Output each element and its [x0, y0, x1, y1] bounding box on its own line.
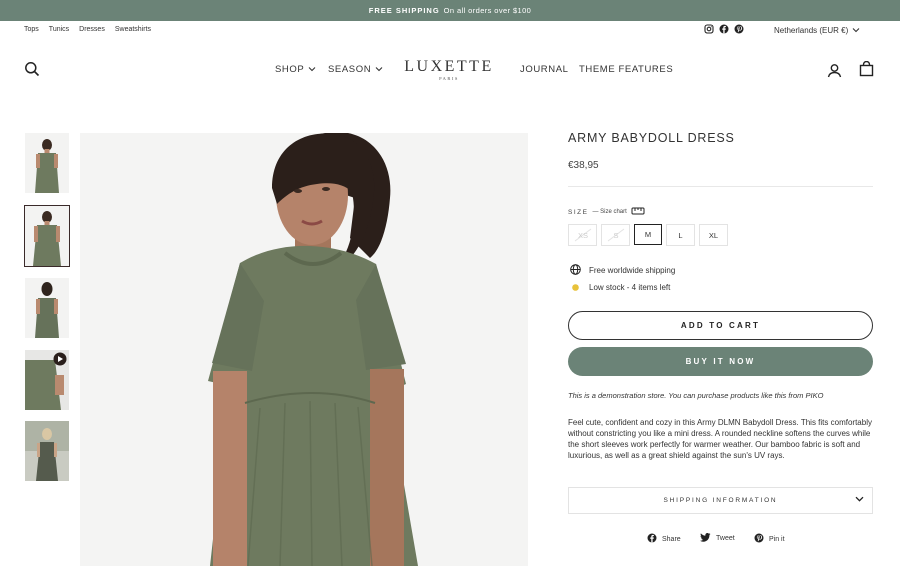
social-links	[704, 24, 744, 34]
product-thumbnail-1[interactable]	[25, 133, 69, 193]
size-option-xs-strike: XS	[574, 228, 591, 242]
size-option-s-label: S	[613, 231, 618, 240]
nav-shop[interactable]: SHOP	[275, 64, 316, 75]
share-pinterest-label: Pin it	[769, 535, 785, 543]
facebook-icon[interactable]	[719, 24, 729, 34]
buy-now-button[interactable]: BUY IT NOW	[568, 347, 873, 376]
product-title: ARMY BABYDOLL DRESS	[568, 131, 735, 145]
cart-icon[interactable]	[857, 60, 875, 78]
stock-note-row: Low stock - 4 items left	[570, 282, 670, 293]
share-facebook[interactable]: Share	[647, 533, 681, 545]
size-option-l[interactable]: L	[666, 224, 695, 246]
chevron-down-icon	[852, 26, 860, 35]
share-pinterest[interactable]: Pin it	[754, 533, 785, 545]
shipping-note: Free worldwide shipping	[589, 266, 676, 275]
shipping-note-row: Free worldwide shipping	[570, 264, 675, 277]
stock-note: Low stock - 4 items left	[589, 283, 671, 292]
chevron-down-icon	[308, 64, 316, 75]
product-thumbnail-video[interactable]	[25, 350, 69, 410]
product-description: Feel cute, confident and cozy in this Ar…	[568, 418, 872, 460]
size-option-s-strike: S	[607, 228, 624, 242]
size-option-xl[interactable]: XL	[699, 224, 728, 246]
product-price: €38,95	[568, 160, 599, 171]
locale-selector[interactable]: Netherlands (EUR €)	[774, 26, 860, 35]
product-thumbnail-2[interactable]	[24, 205, 70, 267]
utility-link-tunics[interactable]: Tunics	[49, 26, 69, 33]
demo-note: This is a demonstration store. You can p…	[568, 391, 824, 400]
site-header: SHOP SEASON LUXETTE PARIS JOURNAL THEME …	[0, 52, 900, 88]
size-chart-link[interactable]: — Size chart	[592, 209, 626, 215]
locale-label: Netherlands (EUR €)	[774, 26, 849, 35]
utility-bar: Tops Tunics Dresses Sweatshirts Netherla…	[0, 21, 900, 39]
chevron-down-icon	[855, 496, 864, 504]
shipping-info-label: SHIPPING INFORMATION	[663, 497, 778, 504]
nav-journal-label: JOURNAL	[520, 64, 569, 75]
announcement-bold: FREE SHIPPING	[368, 6, 440, 15]
divider	[568, 186, 873, 187]
size-option-xs[interactable]: XS	[568, 224, 597, 246]
pinterest-icon[interactable]	[734, 24, 744, 34]
share-twitter[interactable]: Tweet	[700, 533, 735, 544]
nav-theme-features[interactable]: THEME FEATURES	[579, 64, 673, 75]
account-icon[interactable]	[825, 61, 843, 79]
product-thumbnail-5[interactable]	[25, 421, 69, 481]
pinterest-icon	[754, 533, 764, 545]
share-facebook-label: Share	[662, 535, 681, 543]
nav-season-label: SEASON	[328, 64, 372, 75]
logo-subtitle: PARIS	[439, 76, 459, 81]
nav-journal[interactable]: JOURNAL	[520, 64, 569, 75]
nav-shop-label: SHOP	[275, 64, 305, 75]
ruler-icon[interactable]	[631, 206, 645, 218]
facebook-icon	[647, 533, 657, 545]
site-logo[interactable]: LUXETTE PARIS	[398, 58, 500, 81]
chevron-down-icon	[375, 64, 383, 75]
size-options: XS S M L XL	[568, 224, 728, 246]
utility-link-sweatshirts[interactable]: Sweatshirts	[115, 26, 151, 33]
size-label: SIZE	[568, 208, 589, 216]
twitter-icon	[700, 533, 711, 544]
utility-links: Tops Tunics Dresses Sweatshirts	[24, 26, 151, 33]
share-twitter-label: Tweet	[716, 535, 735, 542]
size-label-row: SIZE — Size chart	[568, 206, 645, 218]
product-main-image[interactable]	[80, 133, 528, 566]
size-option-xs-label: XS	[577, 231, 587, 240]
nav-season[interactable]: SEASON	[328, 64, 383, 75]
product-thumbnail-3[interactable]	[25, 278, 69, 338]
logo-wordmark: LUXETTE	[404, 58, 494, 75]
shipping-info-accordion[interactable]: SHIPPING INFORMATION	[568, 487, 873, 514]
announcement-text: On all orders over $100	[443, 6, 532, 15]
announcement-bar: FREE SHIPPING On all orders over $100	[0, 0, 900, 21]
globe-icon	[570, 264, 581, 277]
nav-theme-features-label: THEME FEATURES	[579, 64, 674, 75]
size-option-s[interactable]: S	[601, 224, 630, 246]
utility-link-tops[interactable]: Tops	[24, 26, 39, 33]
size-option-m[interactable]: M	[634, 224, 662, 245]
stock-dot-icon	[570, 282, 581, 293]
utility-link-dresses[interactable]: Dresses	[79, 26, 105, 33]
instagram-icon[interactable]	[704, 24, 714, 34]
add-to-cart-button[interactable]: ADD TO CART	[568, 311, 873, 340]
search-icon[interactable]	[23, 60, 41, 78]
